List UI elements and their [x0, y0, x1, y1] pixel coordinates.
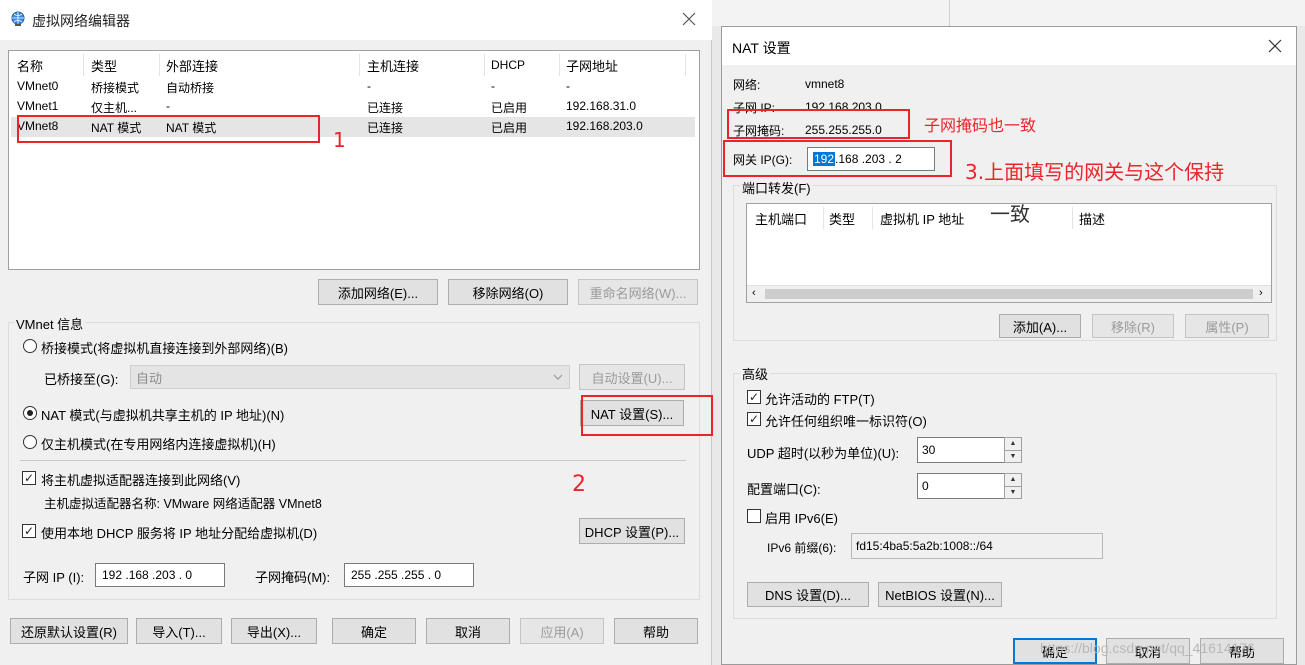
column-header-type[interactable]: 类型: [91, 56, 117, 75]
scrollbar-thumb[interactable]: [765, 289, 1253, 299]
host-only-label[interactable]: 仅主机模式(在专用网络内连接虚拟机)(H): [41, 434, 276, 453]
udp-timeout-field[interactable]: 30: [917, 437, 1005, 463]
pf-column-vm-ip[interactable]: 虚拟机 IP 地址: [880, 209, 964, 228]
ipv6-prefix-field: fd15:4ba5:5a2b:1008::/64: [851, 533, 1103, 559]
remove-network-button[interactable]: 移除网络(O): [448, 279, 568, 305]
annotation-box-subnet-mask: [727, 109, 910, 139]
annotation-box-gateway: [723, 140, 952, 177]
allow-ftp-label[interactable]: 允许活动的 FTP(T): [765, 389, 875, 408]
apply-button[interactable]: 应用(A): [520, 618, 604, 644]
host-only-radio[interactable]: [23, 435, 37, 449]
column-header-host[interactable]: 主机连接: [367, 56, 419, 75]
column-header-name[interactable]: 名称: [17, 56, 43, 75]
pf-remove-button[interactable]: 移除(R): [1092, 314, 1174, 338]
virtual-network-editor-window: 虚拟网络编辑器 名称 类型 外部连接 主机连接 DHCP 子网地址 VMnet0…: [0, 0, 712, 665]
close-icon[interactable]: [1268, 39, 1282, 53]
horizontal-scrollbar[interactable]: ‹ ›: [747, 285, 1271, 302]
allow-oui-label[interactable]: 允许任何组织唯一标识符(O): [765, 411, 927, 430]
config-port-field[interactable]: 0: [917, 473, 1005, 499]
enable-ipv6-checkbox[interactable]: [747, 509, 761, 523]
config-port-label: 配置端口(C):: [747, 482, 821, 497]
ok-button[interactable]: 确定: [332, 618, 416, 644]
column-header-external[interactable]: 外部连接: [166, 56, 218, 75]
bridged-mode-radio[interactable]: [23, 339, 37, 353]
annotation-box-nat-settings: [581, 395, 713, 436]
pf-properties-button[interactable]: 属性(P): [1185, 314, 1269, 338]
subnet-mask-field[interactable]: 255 .255 .255 . 0: [344, 563, 474, 587]
udp-timeout-label: UDP 超时(以秒为单位)(U):: [747, 446, 900, 461]
subnet-mask-label: 子网掩码(M):: [255, 570, 331, 585]
arrow-up-icon[interactable]: ▲: [1005, 438, 1021, 450]
port-forwarding-title: 端口转发(F): [740, 178, 813, 197]
column-header-dhcp[interactable]: DHCP: [491, 58, 525, 72]
scroll-left-icon[interactable]: ‹: [752, 287, 756, 299]
config-port-stepper[interactable]: ▲ ▼: [1004, 473, 1022, 499]
use-dhcp-checkbox[interactable]: ✓: [22, 524, 36, 538]
connect-adapter-label[interactable]: 将主机虚拟适配器连接到此网络(V): [41, 470, 240, 489]
adapter-name-text: 主机虚拟适配器名称: VMware 网络适配器 VMnet8: [44, 497, 322, 511]
annotation-number-2: 2: [572, 472, 586, 497]
arrow-down-icon[interactable]: ▼: [1005, 449, 1021, 463]
connect-adapter-checkbox[interactable]: ✓: [22, 471, 36, 485]
annotation-gateway-note-line1: 3.上面填写的网关与这个保持: [965, 160, 1225, 184]
use-dhcp-label[interactable]: 使用本地 DHCP 服务将 IP 地址分配给虚拟机(D): [41, 523, 317, 542]
arrow-down-icon[interactable]: ▼: [1005, 485, 1021, 499]
network-label: 网络:: [733, 78, 761, 92]
cancel-button[interactable]: 取消: [426, 618, 510, 644]
watermark-text: https://blog.csdn.net/qq_41614176: [1040, 640, 1255, 656]
dns-settings-button[interactable]: DNS 设置(D)...: [747, 582, 869, 607]
annotation-mask-note: 子网掩码也一致: [924, 116, 1037, 135]
rename-network-button[interactable]: 重命名网络(W)...: [578, 279, 698, 305]
window-title: 虚拟网络编辑器: [32, 13, 130, 29]
enable-ipv6-label[interactable]: 启用 IPv6(E): [765, 508, 838, 527]
vmnet-info-title: VMnet 信息: [14, 314, 86, 333]
advanced-title: 高级: [740, 364, 771, 383]
chevron-down-icon: [553, 374, 563, 380]
table-row[interactable]: VMnet1 仅主机... - 已连接 已启用 192.168.31.0: [11, 97, 695, 117]
column-header-subnet[interactable]: 子网地址: [566, 56, 618, 75]
subnet-ip-field[interactable]: 192 .168 .203 . 0: [95, 563, 225, 587]
arrow-up-icon[interactable]: ▲: [1005, 474, 1021, 486]
subnet-ip-label: 子网 IP (I):: [23, 570, 85, 585]
help-button[interactable]: 帮助: [614, 618, 698, 644]
divider: [20, 460, 686, 461]
netbios-settings-button[interactable]: NetBIOS 设置(N)...: [878, 582, 1002, 607]
auto-settings-button[interactable]: 自动设置(U)...: [579, 364, 685, 390]
allow-ftp-checkbox[interactable]: ✓: [747, 390, 761, 404]
network-value: vmnet8: [805, 77, 845, 91]
allow-oui-checkbox[interactable]: ✓: [747, 412, 761, 426]
dialog-title: NAT 设置: [732, 40, 791, 56]
network-globe-icon: [11, 11, 25, 26]
title-bar: 虚拟网络编辑器: [0, 0, 712, 40]
nat-title-bar: NAT 设置: [722, 27, 1296, 65]
bridged-to-select[interactable]: 自动: [130, 365, 570, 389]
nat-mode-radio[interactable]: [23, 406, 37, 420]
ipv6-prefix-label: IPv6 前缀(6):: [767, 541, 837, 555]
restore-defaults-button[interactable]: 还原默认设置(R): [10, 618, 128, 644]
export-button[interactable]: 导出(X)...: [231, 618, 317, 644]
network-list[interactable]: 名称 类型 外部连接 主机连接 DHCP 子网地址 VMnet0 桥接模式 自动…: [8, 50, 700, 270]
pf-column-type[interactable]: 类型: [829, 209, 855, 228]
bridged-mode-label[interactable]: 桥接模式(将虚拟机直接连接到外部网络)(B): [41, 338, 288, 357]
table-row[interactable]: VMnet0 桥接模式 自动桥接 - - -: [11, 77, 695, 97]
annotation-number-1: 1: [333, 128, 346, 152]
pf-add-button[interactable]: 添加(A)...: [999, 314, 1081, 338]
scroll-right-icon[interactable]: ›: [1259, 287, 1263, 299]
import-button[interactable]: 导入(T)...: [136, 618, 222, 644]
annotation-gateway-note-line2: 一致: [990, 202, 1030, 226]
annotation-box-vmnet8-row: [17, 115, 320, 143]
bridged-to-label: 已桥接至(G):: [44, 372, 119, 387]
nat-mode-label[interactable]: NAT 模式(与虚拟机共享主机的 IP 地址)(N): [41, 405, 284, 424]
add-network-button[interactable]: 添加网络(E)...: [318, 279, 438, 305]
pf-column-description[interactable]: 描述: [1079, 209, 1105, 228]
close-icon[interactable]: [682, 12, 696, 26]
udp-timeout-stepper[interactable]: ▲ ▼: [1004, 437, 1022, 463]
dhcp-settings-button[interactable]: DHCP 设置(P)...: [579, 518, 685, 544]
pf-column-host-port[interactable]: 主机端口: [755, 209, 807, 228]
